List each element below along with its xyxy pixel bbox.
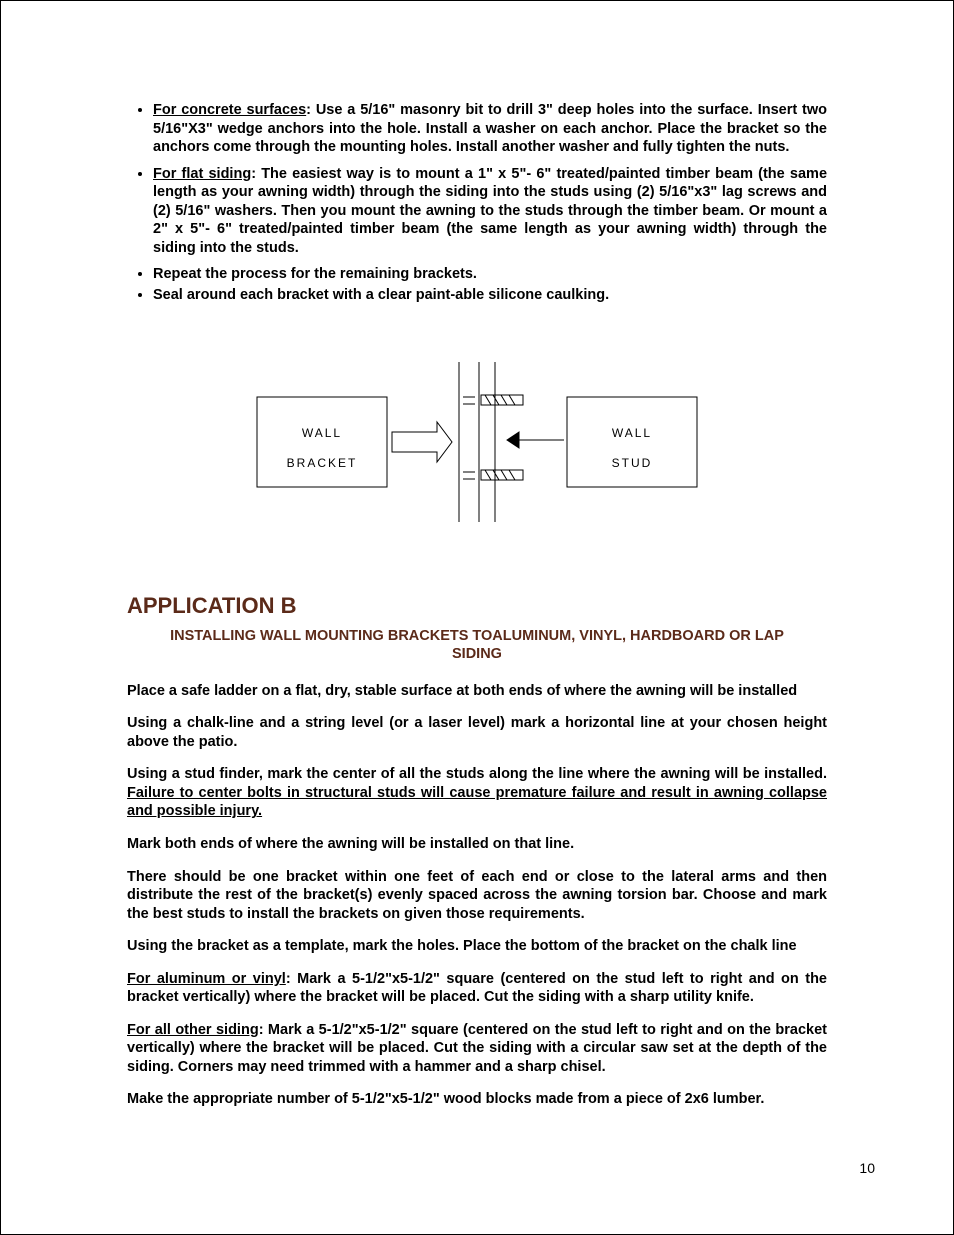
- bullet-text: Repeat the process for the remaining bra…: [153, 266, 477, 282]
- content-area: For concrete surfaces: Use a 5/16" mason…: [127, 101, 827, 1109]
- bullet-text: Seal around each bracket with a clear pa…: [153, 287, 609, 303]
- bullet-flat-siding: For flat siding: The easiest way is to m…: [153, 165, 827, 258]
- bullet-repeat: Repeat the process for the remaining bra…: [153, 265, 827, 284]
- para-text: Using a stud finder, mark the center of …: [127, 766, 827, 782]
- bullet-label: For flat siding: [153, 166, 251, 182]
- para-ladder: Place a safe ladder on a flat, dry, stab…: [127, 682, 827, 701]
- bullet-seal: Seal around each bracket with a clear pa…: [153, 286, 827, 305]
- para-other-siding: For all other siding: Mark a 5-1/2"x5-1/…: [127, 1021, 827, 1077]
- diagram-label-wall-right: WALL: [612, 426, 652, 440]
- para-bracket-spacing: There should be one bracket within one f…: [127, 868, 827, 924]
- diagram-label-wall-left: WALL: [302, 426, 342, 440]
- application-b-heading: APPLICATION B: [127, 592, 827, 620]
- instruction-bullets: For concrete surfaces: Use a 5/16" mason…: [127, 101, 827, 304]
- para-studfinder: Using a stud finder, mark the center of …: [127, 765, 827, 821]
- bullet-concrete: For concrete surfaces: Use a 5/16" mason…: [153, 101, 827, 157]
- application-b-subheading: INSTALLING WALL MOUNTING BRACKETS TOALUM…: [127, 627, 827, 664]
- bullet-text: : The easiest way is to mount a 1" x 5"-…: [153, 166, 827, 256]
- para-label: For aluminum or vinyl: [127, 971, 286, 987]
- bullet-label: For concrete surfaces: [153, 102, 306, 118]
- diagram-label-stud: STUD: [612, 456, 653, 470]
- para-template: Using the bracket as a template, mark th…: [127, 937, 827, 956]
- para-label: For all other siding: [127, 1022, 259, 1038]
- para-mark-ends: Mark both ends of where the awning will …: [127, 835, 827, 854]
- para-wood-blocks: Make the appropriate number of 5-1/2"x5-…: [127, 1090, 827, 1109]
- document-page: For concrete surfaces: Use a 5/16" mason…: [0, 0, 954, 1235]
- page-number: 10: [859, 1160, 875, 1176]
- para-chalkline: Using a chalk-line and a string level (o…: [127, 714, 827, 751]
- para-aluminum-vinyl: For aluminum or vinyl: Mark a 5-1/2"x5-1…: [127, 970, 827, 1007]
- bracket-diagram: WALL BRACKET WALL STUD: [237, 352, 717, 532]
- para-warning: Failure to center bolts in structural st…: [127, 785, 827, 820]
- diagram-label-bracket: BRACKET: [287, 456, 358, 470]
